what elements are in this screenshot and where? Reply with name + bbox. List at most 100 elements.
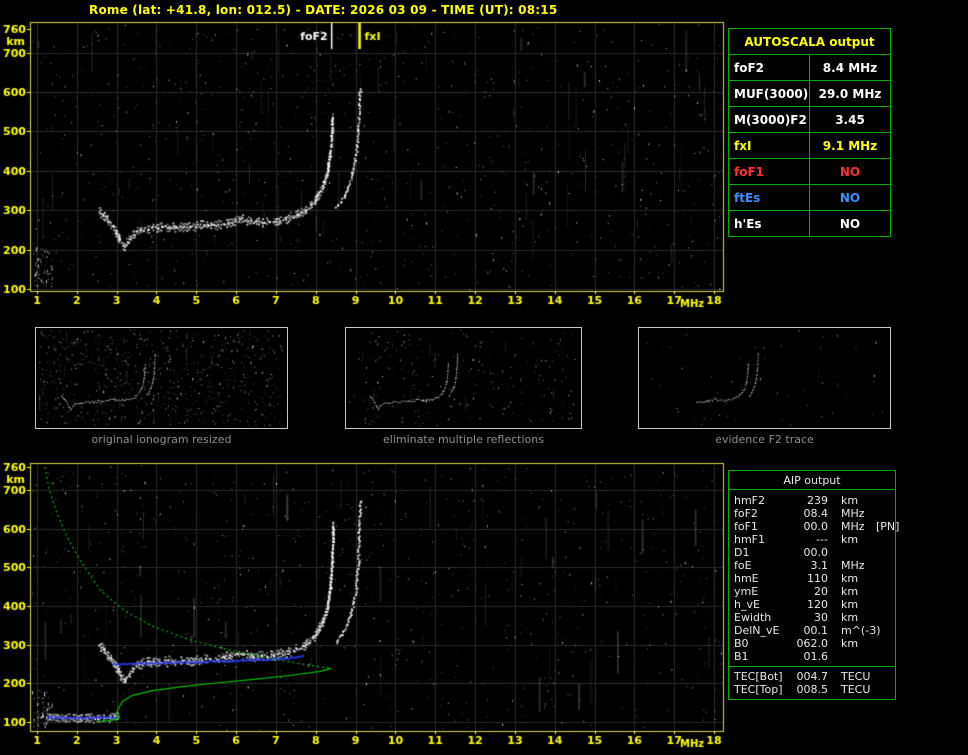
- aip-unit: MHz: [841, 507, 865, 520]
- autoscala-row-6: ftEs NO: [728, 184, 891, 211]
- aip-value: 01.6: [803, 650, 829, 663]
- aip-table-body: hmF2 239 km foF2 08.4 MHz foF1 00.0 MHz [PN] hmF1 -…: [729, 490, 899, 666]
- aip-label: DelN_vE: [734, 624, 780, 637]
- autoscala-param-value: 8.4 MHz: [809, 54, 891, 81]
- aip-unit: km: [841, 533, 859, 546]
- autoscala-param-label: foF2: [728, 54, 810, 81]
- profile-ionogram-canvas: [0, 456, 732, 754]
- aip-label: foE: [734, 559, 752, 572]
- aip-note: [874, 546, 893, 559]
- aip-label: h_vE: [734, 598, 760, 611]
- autoscala-param-label: ftEs: [728, 184, 810, 211]
- aip-unit: km: [841, 637, 859, 650]
- aip-row-foE: foE 3.1 MHz: [734, 559, 893, 572]
- aip-tec-section: TEC[Bot] 004.7 TECU TEC[Top] 008.5 TECU: [729, 666, 895, 699]
- aip-unit: MHz: [841, 520, 865, 533]
- aip-note: [874, 650, 893, 663]
- autoscala-row-5: foF1 NO: [728, 158, 891, 185]
- autoscala-param-value: 3.45: [809, 106, 891, 133]
- aip-value: 3.1: [810, 559, 829, 572]
- aip-output-table: AIP output hmF2 239 km foF2 08.4 MHz foF1 00.0 M…: [728, 470, 899, 700]
- aip-row-D1: D1 00.0: [734, 546, 893, 559]
- aip-row-foF2: foF2 08.4 MHz: [734, 507, 893, 520]
- autoscala-row-2: MUF(3000)F229.0 MHz: [728, 80, 891, 107]
- aip-label: TEC[Bot]: [734, 670, 783, 683]
- aip-note: [874, 572, 893, 585]
- aip-value: 004.7: [796, 670, 829, 683]
- autoscala-param-value: NO: [809, 210, 891, 237]
- thumbnail-multiple-reflections-canvas: [345, 327, 582, 429]
- aip-value: 120: [807, 598, 828, 611]
- aip-value: 239: [807, 494, 828, 507]
- autoscala-param-value: NO: [809, 184, 891, 211]
- aip-label: B1: [734, 650, 749, 663]
- aip-unit: km: [841, 585, 859, 598]
- thumbnail-f2-trace: evidence F2 trace: [638, 327, 891, 446]
- thumbnail-caption-f2-trace: evidence F2 trace: [715, 433, 814, 446]
- autoscala-table-title: AUTOSCALA output: [728, 28, 891, 55]
- autoscala-param-label: foF1: [728, 158, 810, 185]
- aip-label: foF2: [734, 507, 758, 520]
- autoscala-param-label: fxI: [728, 132, 810, 159]
- aip-row-hmE: hmE 110 km: [734, 572, 893, 585]
- thumbnail-f2-trace-canvas: [638, 327, 891, 429]
- aip-unit: TECU: [841, 670, 871, 683]
- aip-value: 00.0: [803, 520, 829, 533]
- aip-unit: [828, 546, 874, 559]
- aip-note: [874, 585, 893, 598]
- aip-row-foF1: foF1 00.0 MHz [PN]: [734, 520, 899, 533]
- aip-row-ymE: ymE 20 km: [734, 585, 893, 598]
- autoscala-row-4: fxI 9.1 MHz: [728, 132, 891, 159]
- autoscala-param-value: 9.1 MHz: [809, 132, 891, 159]
- autoscala-param-label: M(3000)F2: [728, 106, 810, 133]
- aip-value: 00.0: [803, 546, 829, 559]
- aip-label: TEC[Top]: [734, 683, 783, 696]
- aip-label: ymE: [734, 585, 759, 598]
- aip-note: [874, 637, 893, 650]
- aip-note: [874, 533, 893, 546]
- aip-unit: km: [841, 494, 859, 507]
- aip-unit: km: [841, 611, 859, 624]
- thumbnail-caption-original: original ionogram resized: [91, 433, 232, 446]
- aip-label: Ewidth: [734, 611, 772, 624]
- aip-unit: m^(-3): [841, 624, 881, 637]
- autoscala-param-label: MUF(3000)F2: [728, 80, 810, 107]
- page-title: Rome (lat: +41.8, lon: 012.5) - DATE: 20…: [89, 3, 558, 17]
- autoscala-output-table: AUTOSCALA output foF28.4 MHzMUF(3000)F22…: [728, 28, 891, 237]
- aip-label: hmE: [734, 572, 759, 585]
- aip-note: [874, 598, 893, 611]
- aip-value: 00.1: [803, 624, 829, 637]
- aip-value: 20: [814, 585, 828, 598]
- aip-label: B0: [734, 637, 749, 650]
- thumbnail-caption-reflections: eliminate multiple reflections: [383, 433, 544, 446]
- aip-row-hmF2: hmF2 239 km: [734, 494, 893, 507]
- autoscala-param-label: h'Es: [728, 210, 810, 237]
- aip-row-TEC[Top]: TEC[Top] 008.5 TECU: [734, 683, 893, 696]
- aip-label: hmF1: [734, 533, 766, 546]
- aip-row-B0: B0 062.0 km: [734, 637, 893, 650]
- aip-value: 110: [807, 572, 828, 585]
- aip-note: [874, 559, 893, 572]
- autoscala-row-3: M(3000)F2 3.45: [728, 106, 891, 133]
- aip-label: foF1: [734, 520, 758, 533]
- aip-row-h_vE: h_vE 120 km: [734, 598, 893, 611]
- autoscala-table-header: AUTOSCALA output: [728, 28, 891, 55]
- aip-note: [PN]: [876, 520, 900, 533]
- aip-row-DelN_vE: DelN_vE 00.1 m^(-3): [734, 624, 893, 637]
- aip-unit: MHz: [841, 559, 865, 572]
- aip-row-hmF1: hmF1 --- km: [734, 533, 893, 546]
- thumbnail-original-ionogram-canvas: [35, 327, 288, 429]
- aip-row-TEC[Bot]: TEC[Bot] 004.7 TECU: [734, 670, 893, 683]
- autoscala-row-1: foF2 8.4 MHz: [728, 54, 891, 81]
- aip-value: 30: [814, 611, 828, 624]
- aip-row-B1: B1 01.6: [734, 650, 893, 663]
- aip-label: D1: [734, 546, 750, 559]
- aip-note: [874, 683, 893, 696]
- aip-note: [874, 624, 893, 637]
- aip-note: [874, 611, 893, 624]
- aip-row-Ewidth: Ewidth 30 km: [734, 611, 893, 624]
- thumbnail-original-ionogram: original ionogram resized: [35, 327, 288, 446]
- aip-table-title: AIP output: [729, 471, 895, 490]
- aip-value: ---: [816, 533, 828, 546]
- aip-note: [874, 507, 893, 520]
